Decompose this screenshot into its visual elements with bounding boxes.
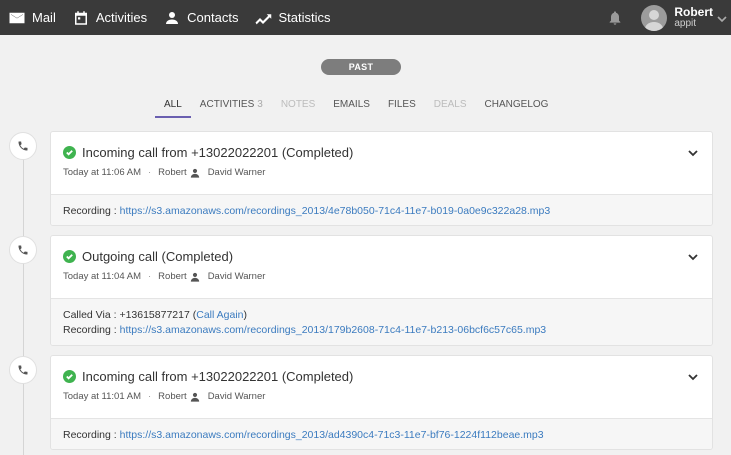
recording-label: Recording : xyxy=(63,205,117,217)
card-contact[interactable]: David Warner xyxy=(208,167,266,178)
nav-contacts[interactable]: Contacts xyxy=(155,0,246,35)
check-circle-icon xyxy=(63,250,76,263)
timeline-line xyxy=(23,146,24,455)
expand-chevron-icon[interactable] xyxy=(688,147,698,157)
recording-link[interactable]: https://s3.amazonaws.com/recordings_2013… xyxy=(120,324,547,336)
recording-link[interactable]: https://s3.amazonaws.com/recordings_2013… xyxy=(120,205,551,217)
check-circle-icon xyxy=(63,146,76,159)
past-section-label: PAST xyxy=(321,59,401,75)
user-menu[interactable]: Robert appit xyxy=(641,0,727,35)
mail-icon xyxy=(8,9,26,27)
user-account: appit xyxy=(674,17,697,29)
person-icon xyxy=(163,9,181,27)
card-owner: Robert xyxy=(158,271,187,282)
avatar xyxy=(641,4,668,31)
check-circle-icon xyxy=(63,370,76,383)
nav-contacts-label: Contacts xyxy=(187,10,239,25)
calendar-icon xyxy=(72,9,90,27)
phone-icon xyxy=(9,356,37,384)
trend-icon xyxy=(254,9,272,27)
tab-activities[interactable]: ACTIVITIES 3 xyxy=(191,92,272,118)
notifications-bell-icon[interactable] xyxy=(605,8,625,28)
card-contact[interactable]: David Warner xyxy=(208,271,266,282)
phone-icon xyxy=(9,132,37,160)
tab-changelog[interactable]: CHANGELOG xyxy=(476,92,558,118)
tab-files[interactable]: FILES xyxy=(379,92,425,118)
contact-person-icon xyxy=(190,392,200,402)
card-owner: Robert xyxy=(158,167,187,178)
contact-person-icon xyxy=(190,168,200,178)
card-title: Incoming call from +13022022201 (Complet… xyxy=(82,145,354,160)
call-activity-card: Incoming call from +13022022201 (Complet… xyxy=(50,131,713,226)
called-via-number: +13615877217 xyxy=(119,309,190,321)
nav-statistics[interactable]: Statistics xyxy=(246,0,338,35)
nav-statistics-label: Statistics xyxy=(278,10,331,25)
called-via-label: Called Via : xyxy=(63,309,117,321)
user-name: Robert xyxy=(674,4,713,19)
card-time: Today at 11:06 AM xyxy=(63,167,141,178)
card-title: Incoming call from +13022022201 (Complet… xyxy=(82,369,354,384)
call-activity-card: Incoming call from +13022022201 (Complet… xyxy=(50,355,713,450)
recording-label: Recording : xyxy=(63,324,117,336)
chevron-down-icon xyxy=(717,13,727,23)
recording-link[interactable]: https://s3.amazonaws.com/recordings_2013… xyxy=(120,429,544,441)
call-again-link[interactable]: Call Again xyxy=(196,309,243,321)
tab-deals[interactable]: DEALS xyxy=(425,92,476,118)
card-contact[interactable]: David Warner xyxy=(208,391,266,402)
tab-activities-count: 3 xyxy=(257,99,263,110)
top-navigation-bar: Mail Activities Contacts Statistics Robe… xyxy=(0,0,731,35)
nav-activities[interactable]: Activities xyxy=(64,0,155,35)
tab-emails[interactable]: EMAILS xyxy=(324,92,379,118)
phone-icon xyxy=(9,236,37,264)
card-time: Today at 11:01 AM xyxy=(63,391,141,402)
card-owner: Robert xyxy=(158,391,187,402)
recording-label: Recording : xyxy=(63,429,117,441)
nav-mail-label: Mail xyxy=(32,10,56,25)
card-title: Outgoing call (Completed) xyxy=(82,249,234,264)
nav-mail[interactable]: Mail xyxy=(0,0,64,35)
expand-chevron-icon[interactable] xyxy=(688,371,698,381)
activity-tabs: ALL ACTIVITIES 3 NOTES EMAILS FILES DEALS… xyxy=(155,92,557,118)
tab-all[interactable]: ALL xyxy=(155,92,191,118)
nav-activities-label: Activities xyxy=(95,10,148,25)
contact-person-icon xyxy=(190,272,200,282)
call-activity-card: Outgoing call (Completed) Today at 11:04… xyxy=(50,235,713,346)
expand-chevron-icon[interactable] xyxy=(688,251,698,261)
tab-notes[interactable]: NOTES xyxy=(272,92,324,118)
card-time: Today at 11:04 AM xyxy=(63,271,141,282)
